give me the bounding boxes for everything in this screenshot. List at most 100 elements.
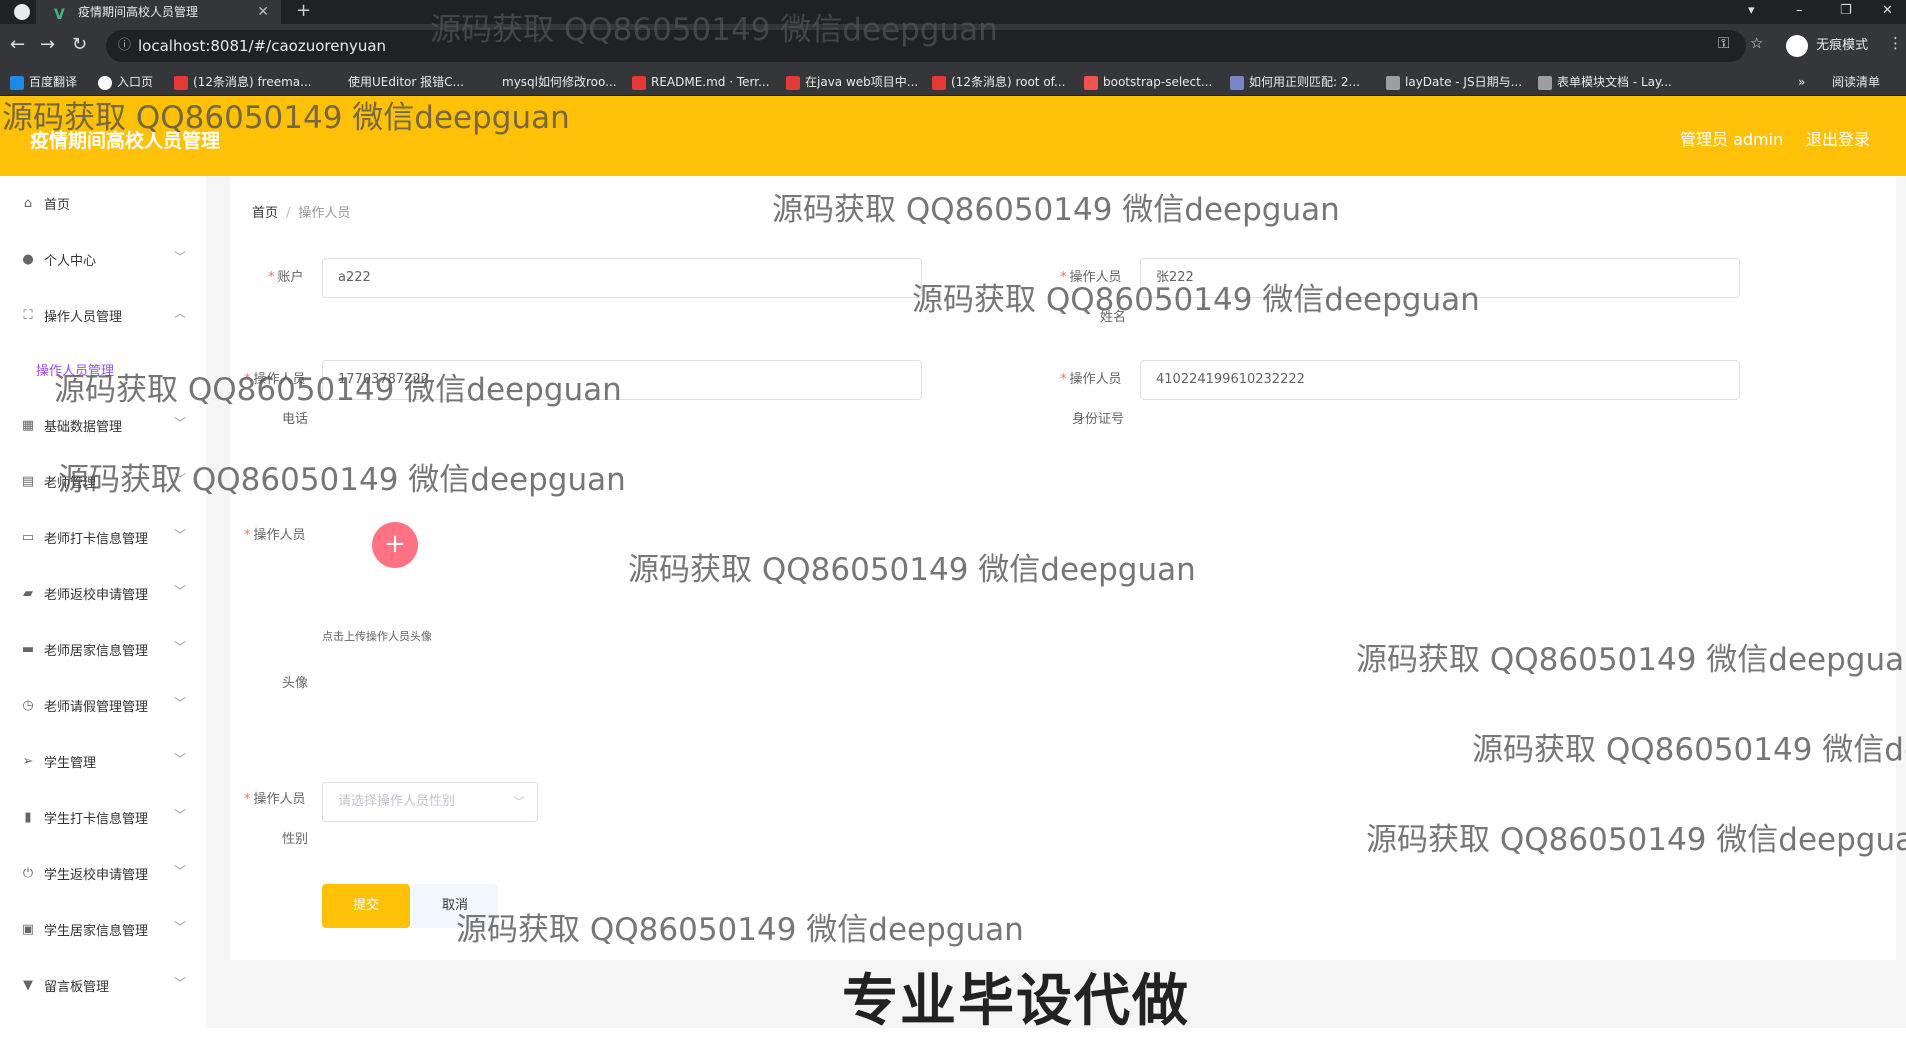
frame-icon: ⛶: [23, 308, 33, 323]
breadcrumb-current: 操作人员: [298, 206, 351, 221]
idcard-input[interactable]: 410224199610232222: [1140, 360, 1740, 400]
back-icon[interactable]: ←: [10, 34, 25, 55]
bookmark-item[interactable]: 入口页: [98, 68, 153, 96]
phone-label-line2: 电话: [282, 412, 309, 427]
reading-list[interactable]: 阅读清单: [1832, 68, 1880, 96]
sidebar-item-teacher-home[interactable]: ▬ 老师居家信息管理 ﹀: [0, 630, 206, 670]
chevron-down-icon: ﹀: [173, 528, 186, 542]
avatar-label: * 操作人员: [244, 528, 306, 543]
sidebar-item-home[interactable]: ⌂ 首页: [0, 184, 206, 224]
bookmark-item[interactable]: README.md · Terr...: [632, 68, 770, 96]
new-tab-icon[interactable]: +: [296, 0, 311, 22]
chevron-down-icon: ﹀: [173, 250, 186, 264]
chevron-down-icon: ﹀: [173, 808, 186, 822]
info-icon: ⓘ: [118, 38, 132, 53]
chevron-down-icon: ﹀: [173, 416, 186, 430]
reload-icon[interactable]: ↻: [72, 34, 87, 55]
phone-input[interactable]: 17703787222: [322, 360, 922, 400]
restore-icon[interactable]: ❐: [1840, 0, 1852, 22]
gender-select[interactable]: 请选择操作人员性别 ﹀: [322, 782, 538, 822]
browser-toolbar: ← → ↻ ⓘ localhost:8081/#/caozuorenyuan ⚿…: [0, 24, 1906, 68]
avatar-upload-button[interactable]: +: [372, 522, 418, 568]
browser-tabbar: V 疫情期间高校人员管理 ✕ + ▾ – ❐ ✕: [0, 0, 1906, 24]
profile-dropdown-icon[interactable]: ▾: [1748, 0, 1755, 22]
address-bar[interactable]: ⓘ localhost:8081/#/caozuorenyuan: [106, 30, 1746, 62]
sidebar-item-teacher-checkin[interactable]: ▭ 老师打卡信息管理 ﹀: [0, 518, 206, 558]
sidebar-item-students[interactable]: ➢ 学生管理 ﹀: [0, 742, 206, 782]
account-label: * 账户: [268, 270, 304, 285]
bookmark-item[interactable]: layDate - JS日期与...: [1386, 68, 1522, 96]
sidebar-item-teachers[interactable]: ▤ 老师管理 ﹀: [0, 462, 206, 502]
sidebar-item-teacher-leave[interactable]: ◷ 老师请假管理管理 ﹀: [0, 686, 206, 726]
name-input[interactable]: 张222: [1140, 258, 1740, 298]
bookmark-item[interactable]: bootstrap-select...: [1084, 68, 1212, 96]
bookmark-item[interactable]: 在java web项目中...: [786, 68, 918, 96]
bookmark-item[interactable]: (12条消息) root of...: [932, 68, 1065, 96]
logout-link[interactable]: 退出登录: [1806, 126, 1870, 150]
browser-tab[interactable]: V 疫情期间高校人员管理 ✕: [36, 0, 281, 24]
grid-icon: ▦: [21, 418, 35, 433]
menu-icon[interactable]: ⋮: [1888, 34, 1903, 52]
bookmark-star-icon[interactable]: ☆: [1750, 34, 1763, 52]
chevron-down-icon: ﹀: [173, 976, 186, 990]
video-caption: 专业毕设代做: [842, 969, 1190, 1034]
key-icon[interactable]: ⚿: [1718, 34, 1729, 52]
admin-label: 管理员 admin: [1680, 130, 1784, 149]
avatar-label-line2: 头像: [282, 676, 309, 691]
close-tab-icon[interactable]: ✕: [257, 0, 269, 24]
send-icon: ➢: [22, 754, 34, 769]
sidebar-item-student-return[interactable]: ⏻ 学生返校申请管理 ﹀: [0, 854, 206, 894]
chevron-down-icon: ﹀: [173, 584, 186, 598]
submit-button[interactable]: 提交: [322, 884, 410, 928]
close-window-icon[interactable]: ✕: [1882, 0, 1893, 22]
plus-icon: +: [384, 529, 406, 559]
bookmark-item[interactable]: (12条消息) freema...: [174, 68, 312, 96]
sidebar: ⌂ 首页 ● 个人中心 ﹀ ⛶ 操作人员管理 ︿ 操作人员管理 ▦ 基础数据管理…: [0, 176, 206, 1028]
incognito-icon: [1786, 34, 1808, 57]
name-label: * 操作人员: [1060, 270, 1122, 285]
name-label-line2: 姓名: [1100, 310, 1127, 325]
app-header: 疫情期间高校人员管理 管理员 admin 退出登录: [0, 96, 1906, 176]
sidebar-item-student-checkin[interactable]: ▮ 学生打卡信息管理 ﹀: [0, 798, 206, 838]
upload-tip: 点击上传操作人员头像: [322, 630, 432, 643]
sidebar-subitem-operators[interactable]: 操作人员管理: [36, 360, 114, 379]
bookmark-item[interactable]: 表单模块文档 - Lay...: [1538, 68, 1672, 96]
sidebar-item-student-home[interactable]: ▣ 学生居家信息管理 ﹀: [0, 910, 206, 950]
more-bookmarks-icon[interactable]: »: [1798, 68, 1805, 96]
minimize-icon[interactable]: –: [1796, 0, 1803, 22]
bookmarks-bar: 百度翻译 入口页 (12条消息) freema... 使用UEditor 报错C…: [0, 68, 1906, 96]
gender-label: * 操作人员: [244, 792, 306, 807]
chrome-icon: [14, 4, 30, 20]
school-icon: ▰: [23, 586, 33, 601]
power-icon: ⏻: [22, 866, 34, 881]
sidebar-item-profile[interactable]: ● 个人中心 ﹀: [0, 240, 206, 280]
sidebar-item-basic-data[interactable]: ▦ 基础数据管理 ﹀: [0, 406, 206, 446]
sidebar-item-operators[interactable]: ⛶ 操作人员管理 ︿: [0, 296, 206, 336]
tab-title: 疫情期间高校人员管理: [78, 5, 199, 19]
briefcase-icon: ▬: [21, 642, 35, 657]
sidebar-item-teacher-return[interactable]: ▰ 老师返校申请管理 ﹀: [0, 574, 206, 614]
bookmark-item[interactable]: mysql如何修改roo...: [502, 68, 617, 96]
clock-icon: ◷: [22, 698, 34, 713]
forward-icon[interactable]: →: [40, 34, 55, 55]
chevron-down-icon: ﹀: [512, 795, 525, 809]
gender-label-line2: 性别: [282, 832, 309, 847]
incognito-label: 无痕模式: [1816, 38, 1869, 53]
pin-icon: ▼: [23, 978, 33, 993]
bookmark-item[interactable]: 如何用正则匹配: 2...: [1230, 68, 1360, 96]
bar-chart-icon: ▮: [24, 810, 32, 825]
chevron-down-icon: ﹀: [173, 696, 186, 710]
account-input[interactable]: a222: [322, 258, 922, 298]
table-icon: ▤: [21, 474, 35, 489]
bookmark-item[interactable]: 使用UEditor 报错C...: [348, 68, 464, 96]
breadcrumb: 首页 / 操作人员: [252, 206, 351, 221]
cancel-button[interactable]: 取消: [412, 884, 498, 928]
chevron-down-icon: ﹀: [173, 472, 186, 486]
chevron-down-icon: ﹀: [173, 752, 186, 766]
clipboard-icon: ▣: [21, 922, 35, 937]
breadcrumb-home[interactable]: 首页: [252, 206, 278, 221]
incognito-indicator[interactable]: 无痕模式: [1786, 32, 1868, 60]
sidebar-item-messages[interactable]: ▼ 留言板管理 ﹀: [0, 966, 206, 1006]
bookmark-item[interactable]: 百度翻译: [10, 68, 77, 96]
app-title: 疫情期间高校人员管理: [30, 130, 221, 152]
